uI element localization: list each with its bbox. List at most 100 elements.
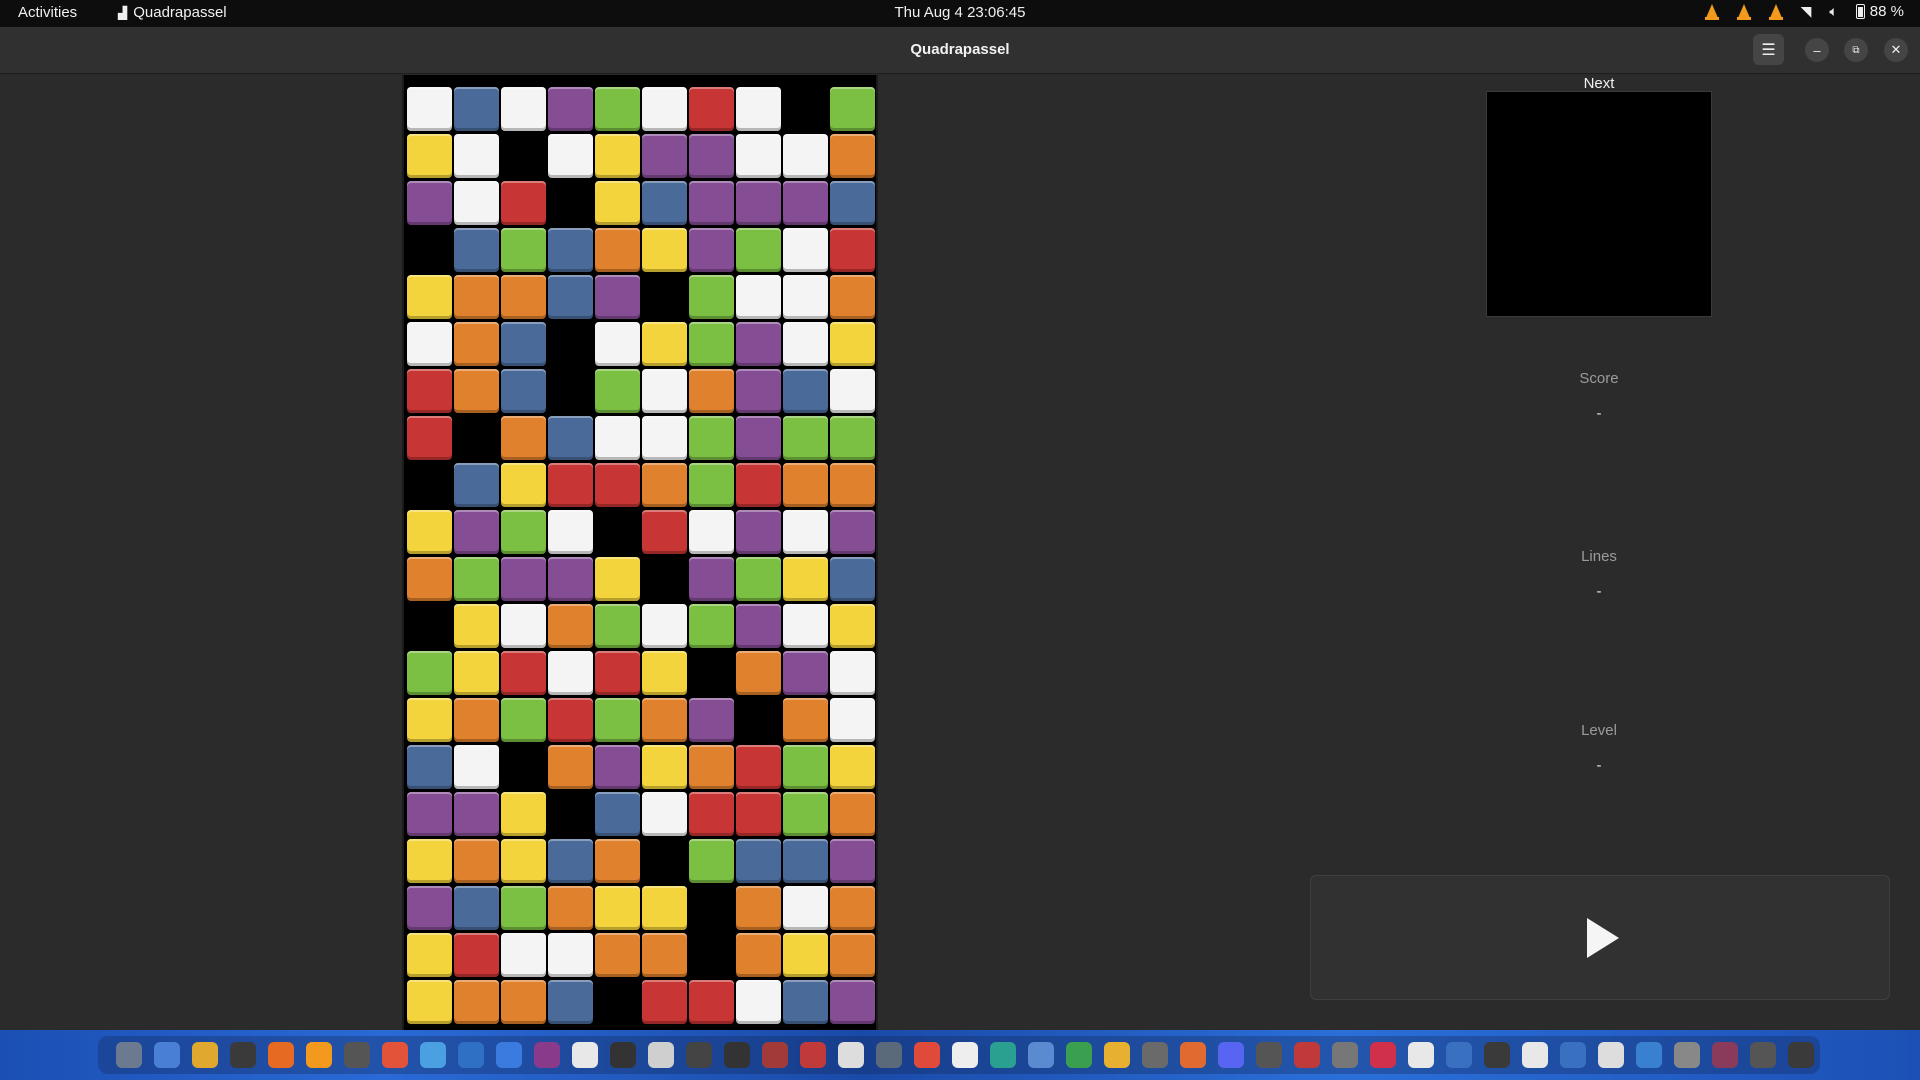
wifi-icon[interactable]: ◥ (1801, 3, 1812, 20)
block (689, 463, 734, 507)
game-board[interactable] (402, 75, 878, 1030)
terminal-icon[interactable] (230, 1042, 256, 1068)
main-menu-button[interactable]: ☰ (1753, 34, 1784, 65)
search-app-icon[interactable] (876, 1042, 902, 1068)
block (501, 792, 546, 836)
block (501, 275, 546, 319)
restore-icon: ⧉ (1852, 44, 1860, 56)
block (783, 322, 828, 366)
close-button[interactable]: ✕ (1884, 38, 1908, 62)
block (736, 275, 781, 319)
doc-viewer-icon[interactable] (1598, 1042, 1624, 1068)
media-icon[interactable] (686, 1042, 712, 1068)
quadrapassel-app-icon: ▟ (118, 5, 128, 20)
hamburger-menu-icon: ☰ (1761, 41, 1776, 59)
presentation-icon[interactable] (1180, 1042, 1206, 1068)
notes-icon[interactable] (420, 1042, 446, 1068)
firefox-icon[interactable] (268, 1042, 294, 1068)
quadrapassel-icon[interactable] (1712, 1042, 1738, 1068)
play-button[interactable] (1310, 875, 1890, 1000)
block (689, 181, 734, 225)
accessibility-icon[interactable] (1484, 1042, 1510, 1068)
folder-icon[interactable] (1104, 1042, 1130, 1068)
dock (0, 1030, 1920, 1080)
block (830, 557, 875, 601)
block (783, 651, 828, 695)
block (642, 886, 687, 930)
block (454, 933, 499, 977)
vlc-cone-icon[interactable] (1768, 3, 1783, 20)
block (407, 322, 452, 366)
clock[interactable]: Thu Aug 4 23:06:45 (895, 4, 1026, 21)
calc-tool-icon[interactable] (1332, 1042, 1358, 1068)
chess-icon[interactable] (800, 1042, 826, 1068)
block (407, 87, 452, 131)
software-store-icon[interactable] (382, 1042, 408, 1068)
discord-icon[interactable] (1218, 1042, 1244, 1068)
system-tray[interactable]: ◥ 🔈︎ 88 % (1704, 3, 1904, 20)
archive2-icon[interactable] (1142, 1042, 1168, 1068)
volume-icon[interactable]: 🔈︎ (1829, 3, 1837, 20)
block (501, 87, 546, 131)
block (783, 463, 828, 507)
vlc-icon[interactable] (306, 1042, 332, 1068)
screen-record-icon[interactable] (1370, 1042, 1396, 1068)
block (454, 369, 499, 413)
tools-icon[interactable] (1408, 1042, 1434, 1068)
block (830, 228, 875, 272)
restore-button[interactable]: ⧉ (1844, 38, 1868, 62)
block (736, 181, 781, 225)
block (548, 275, 593, 319)
block (407, 651, 452, 695)
chevron-up-icon[interactable] (724, 1042, 750, 1068)
reader-icon[interactable] (952, 1042, 978, 1068)
pdf-icon[interactable] (1294, 1042, 1320, 1068)
drive-icon[interactable] (1560, 1042, 1586, 1068)
calculator-icon[interactable] (458, 1042, 484, 1068)
camera2-icon[interactable] (1674, 1042, 1700, 1068)
vlc-cone-icon[interactable] (1704, 3, 1719, 20)
block (501, 604, 546, 648)
block (407, 933, 452, 977)
block (454, 839, 499, 883)
files-icon[interactable] (116, 1042, 142, 1068)
block (689, 698, 734, 742)
battery-indicator[interactable]: 88 % (1855, 3, 1904, 20)
disc-icon[interactable] (1256, 1042, 1282, 1068)
block (736, 557, 781, 601)
settings-circle-icon[interactable] (344, 1042, 370, 1068)
image-viewer-icon[interactable] (534, 1042, 560, 1068)
cards-icon[interactable] (1522, 1042, 1548, 1068)
spreadsheet-icon[interactable] (1066, 1042, 1092, 1068)
package-icon[interactable] (648, 1042, 674, 1068)
app-menu[interactable]: ▟ Quadrapassel (118, 4, 227, 21)
archive-icon[interactable] (192, 1042, 218, 1068)
block (501, 228, 546, 272)
game-icon[interactable] (610, 1042, 636, 1068)
app-grid-icon[interactable] (1788, 1042, 1814, 1068)
document-icon[interactable] (572, 1042, 598, 1068)
block (736, 839, 781, 883)
block (548, 604, 593, 648)
block (501, 463, 546, 507)
camera-icon[interactable] (1028, 1042, 1054, 1068)
minimize-button[interactable]: – (1805, 38, 1829, 62)
trash-icon[interactable] (1750, 1042, 1776, 1068)
battery-percent: 88 % (1869, 3, 1904, 20)
vlc-cone-icon[interactable] (1736, 3, 1751, 20)
block (830, 980, 875, 1024)
block (407, 416, 452, 460)
windows-icon[interactable] (1636, 1042, 1662, 1068)
monitor-icon[interactable] (990, 1042, 1016, 1068)
level-label: Level (1581, 722, 1617, 739)
clipboard-icon[interactable] (838, 1042, 864, 1068)
block (642, 87, 687, 131)
text-editor-icon[interactable] (154, 1042, 180, 1068)
activities-button[interactable]: Activities (18, 4, 77, 21)
level-value: - (1596, 757, 1602, 774)
ship-icon[interactable] (762, 1042, 788, 1068)
chrome-icon[interactable] (914, 1042, 940, 1068)
block (689, 792, 734, 836)
writer-icon[interactable] (1446, 1042, 1472, 1068)
help-icon[interactable] (496, 1042, 522, 1068)
